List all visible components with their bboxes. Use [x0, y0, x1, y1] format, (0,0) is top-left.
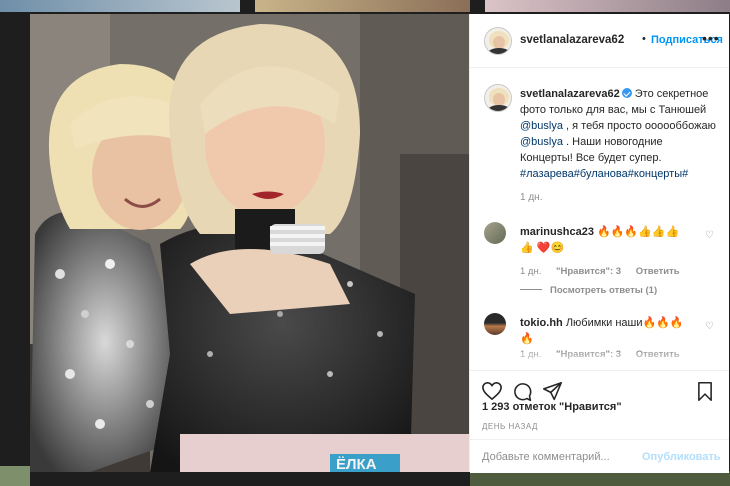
- bookmark-icon[interactable]: [696, 381, 714, 402]
- hashtag-links[interactable]: #лазарева#буланова#концерты#: [520, 168, 688, 180]
- view-replies-label: Посмотреть ответы (1): [550, 285, 658, 296]
- background-post-thumbnail: [485, 0, 730, 12]
- replies-divider: [520, 289, 542, 290]
- likes-count[interactable]: 1 293 отметок "Нравится": [482, 401, 622, 413]
- background-post-thumbnail: [0, 466, 30, 486]
- comment-time: 1 дн.: [520, 266, 542, 277]
- post-header: svetlanalazareva62 • Подписаться •••: [470, 14, 729, 68]
- caption-username[interactable]: svetlanalazareva62: [520, 88, 620, 100]
- author-avatar[interactable]: [484, 27, 512, 55]
- reply-button[interactable]: Ответить: [636, 266, 680, 277]
- comment-input[interactable]: [482, 449, 632, 465]
- add-comment-bar: Опубликовать: [470, 439, 729, 474]
- view-replies-button[interactable]: Посмотреть ответы (1): [520, 285, 657, 296]
- background-post-thumbnail: [0, 0, 240, 12]
- comment-like-icon[interactable]: ♡: [705, 321, 714, 332]
- post-photo[interactable]: ЁЛКА: [30, 14, 469, 472]
- comment-like-icon[interactable]: ♡: [705, 230, 714, 241]
- comment-username[interactable]: marinushca23: [520, 226, 594, 238]
- caption-text: svetlanalazareva62 Это секретное фото то…: [520, 86, 716, 182]
- more-options-icon[interactable]: •••: [702, 30, 720, 46]
- verified-badge-icon: [621, 88, 632, 98]
- post-sidebar: svetlanalazareva62 • Подписаться ••• sve…: [469, 14, 729, 473]
- header-separator: •: [642, 33, 646, 45]
- commenter-avatar[interactable]: [484, 313, 506, 335]
- caption-timestamp: 1 дн.: [520, 192, 543, 203]
- post-date: ДЕНЬ НАЗАД: [482, 422, 538, 431]
- photo-banner-text: ЁЛКА: [336, 456, 377, 472]
- publish-button[interactable]: Опубликовать: [642, 451, 721, 463]
- comment-text: tokio.hh Любимки наши🔥🔥🔥 🔥: [520, 315, 688, 347]
- post-actions: 1 293 отметок "Нравится" ДЕНЬ НАЗАД Опуб…: [470, 370, 729, 473]
- caption-text-part: , я тебя просто оооооббожаю: [562, 120, 716, 132]
- comment-likes-count[interactable]: "Нравится": 3: [556, 266, 621, 277]
- mention-link[interactable]: @buslya: [520, 120, 563, 132]
- comment-username[interactable]: tokio.hh: [520, 317, 563, 329]
- commenter-avatar[interactable]: [484, 222, 506, 244]
- post-photo-image: ЁЛКА: [30, 14, 469, 472]
- caption-author-avatar[interactable]: [484, 84, 512, 112]
- background-post-thumbnail: [255, 0, 470, 12]
- like-heart-icon[interactable]: [481, 381, 503, 401]
- mention-link[interactable]: @buslya: [520, 136, 563, 148]
- share-send-icon[interactable]: [542, 381, 563, 402]
- header-username[interactable]: svetlanalazareva62: [520, 34, 624, 46]
- comments-scroll-fade: [470, 352, 729, 370]
- comment-bubble-icon[interactable]: [512, 381, 533, 402]
- post-modal: ЁЛКА svetlanalazareva62 • Подписаться ••…: [30, 14, 729, 473]
- comment-meta: 1 дн. "Нравится": 3 Ответить: [520, 266, 692, 277]
- comment-text: marinushca23 🔥🔥🔥👍👍👍👍 ❤️😊: [520, 224, 688, 256]
